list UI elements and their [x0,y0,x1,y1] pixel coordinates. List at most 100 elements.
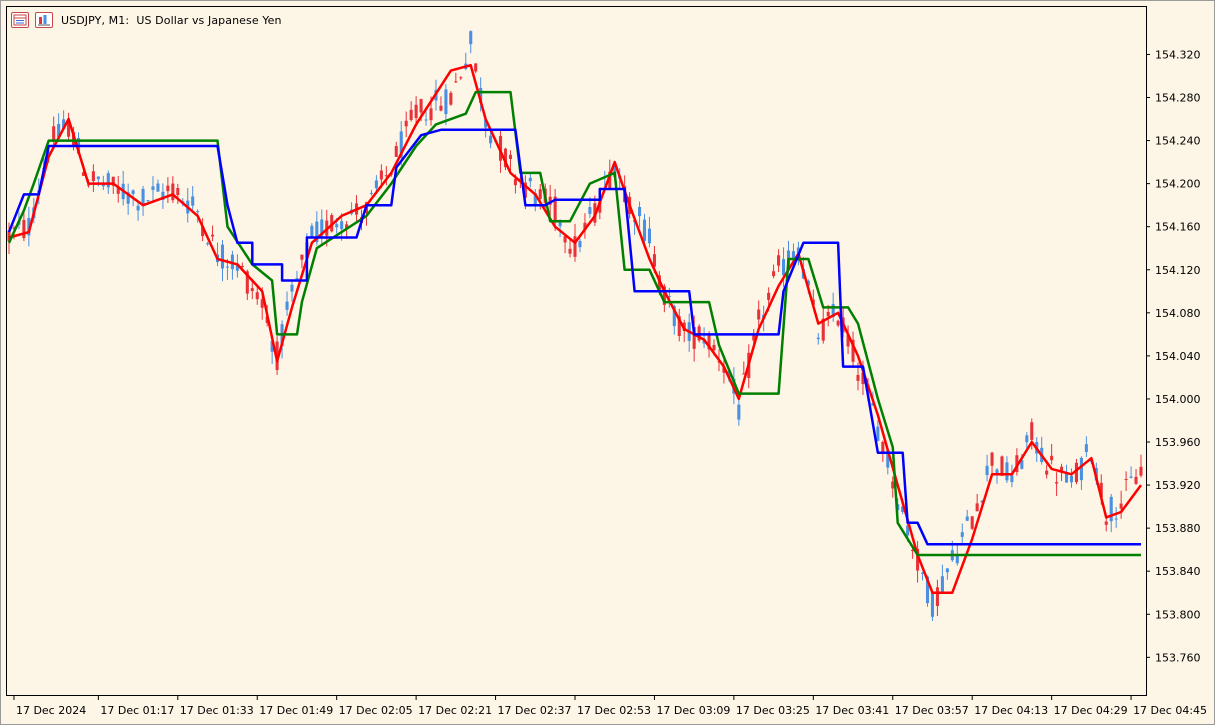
candle-body [965,516,969,521]
chart-window[interactable]: USDJPY, M1: US Dollar vs Japanese Yen 15… [0,0,1215,725]
candle-body [712,344,716,351]
candle-body [310,225,314,237]
lines-layer [7,63,1143,594]
candle [876,420,880,442]
candle-body [394,146,398,157]
chart-svg: 154.320 154.280 154.240 154.200 154.160 154.1… [7,30,1207,717]
candle-body [836,320,840,326]
candle [454,72,458,84]
candle [836,319,840,328]
candle-body [638,207,642,217]
candle-body [891,481,895,489]
candle [1079,456,1083,490]
candle-body [528,177,532,182]
candle [1119,490,1123,519]
candle-body [404,120,408,127]
candle [1050,443,1054,465]
x-tick-label: 17 Dec 03:41 [815,704,889,717]
candle-body [876,426,880,441]
x-tick-label: 17 Dec 04:45 [1133,704,1207,717]
candle [930,591,935,621]
candle [285,291,289,316]
candle [578,238,582,253]
candle-body [772,271,776,277]
candle-body [379,170,383,180]
candle [965,509,969,522]
candle-body [151,186,155,190]
candle [151,176,155,203]
x-tick-label: 17 Dec 01:17 [100,704,174,717]
candle [161,183,165,209]
candle-body [196,211,200,213]
candle [295,270,299,281]
time-axis: 17 Dec 2024 17 Dec 01:17 17 Dec 01:33 17 De… [13,695,1207,717]
candle-body [1000,456,1004,476]
candle-body [642,219,647,241]
candle-body [985,465,989,476]
chart-title: USDJPY, M1: US Dollar vs Japanese Yen [61,13,282,27]
candle-body [1005,462,1009,481]
candles-layer [7,30,1143,621]
candle [647,216,652,248]
candle-body [414,104,418,119]
candle [737,398,741,426]
candle-body [578,240,582,248]
candle-body [826,311,830,317]
candle-body [816,337,820,340]
x-tick-label: 17 Dec 01:49 [259,704,333,717]
candle [369,189,373,196]
candle-body [1079,457,1083,481]
candle-body [459,77,463,79]
candle-body [439,105,443,111]
candle-body [444,89,448,115]
y-tick-label: 154.200 [1155,178,1201,191]
candle-body [419,99,423,113]
x-tick-label: 17 Dec 01:33 [180,704,254,717]
candle-body [940,576,944,592]
candle-body [1050,455,1054,461]
candle-body [285,301,289,310]
candle [469,30,473,54]
candle-body [767,292,771,300]
candle-body [1064,473,1069,483]
candle [310,223,314,239]
candle-body [856,374,860,381]
chart-bars-icon[interactable] [35,12,53,28]
candle [1005,456,1009,483]
window-list-icon[interactable] [11,12,29,28]
candle-body [1055,482,1059,484]
candle [1109,493,1113,533]
y-tick-label: 153.760 [1155,651,1201,664]
candle-body [930,592,935,617]
candle [821,306,825,344]
candle-body [290,284,294,292]
candle-body [1119,503,1123,509]
candle [290,280,294,302]
candle [459,76,463,81]
candle-body [250,288,254,292]
candle-body [1109,496,1113,522]
candle-body [990,452,994,466]
candle-body [429,108,433,121]
candle [22,212,26,242]
candle-body [191,196,195,206]
candle-body [513,178,517,186]
candle [409,101,413,122]
candle [975,493,979,512]
candle-body [91,171,95,182]
candle-body [970,516,974,529]
candle [677,308,681,342]
x-tick-label: 17 Dec 02:21 [418,704,492,717]
y-tick-label: 153.800 [1155,608,1201,621]
candle-body [52,126,56,142]
x-tick-label: 17 Dec 03:25 [736,704,810,717]
candle [970,516,974,531]
candle [985,454,989,482]
candle [990,451,994,476]
candle-body [255,292,259,300]
candle-body [1025,435,1029,443]
candle-body [945,568,949,573]
candle-body [960,532,964,537]
candle [191,186,195,210]
y-tick-label: 154.320 [1155,48,1201,61]
